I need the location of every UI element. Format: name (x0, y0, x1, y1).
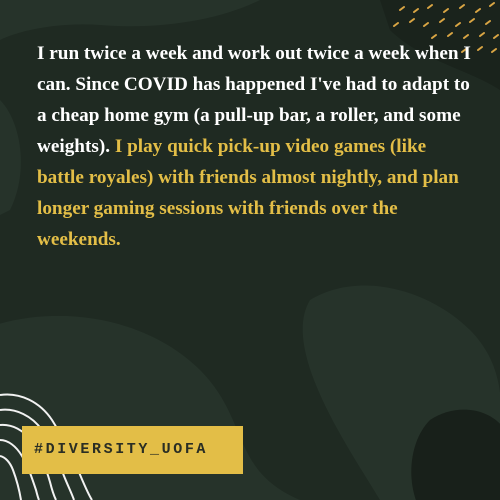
hashtag-banner: #DIVERSITY_UOFA (22, 426, 243, 474)
quote-text: I run twice a week and work out twice a … (37, 38, 477, 255)
hashtag-label: #DIVERSITY_UOFA (34, 441, 209, 458)
background-blob (0, 100, 21, 215)
background-blob (0, 0, 260, 40)
